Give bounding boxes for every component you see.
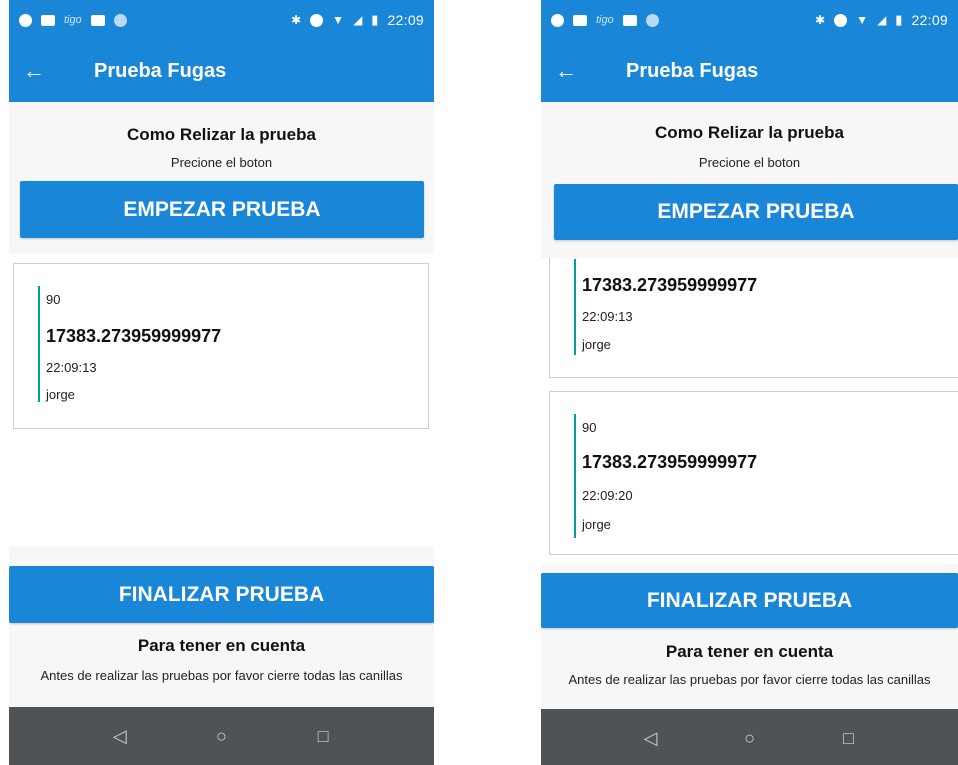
instructions-title: Como Relizar la prueba: [655, 123, 844, 142]
dot-icon: [113, 13, 127, 27]
result-user: jorge: [582, 337, 611, 352]
back-arrow-icon[interactable]: ←: [9, 40, 59, 102]
result-card: 17383.273959999977 22:09:13 jorge: [549, 258, 958, 378]
back-arrow-icon[interactable]: ←: [541, 40, 591, 102]
do-not-disturb-icon: [834, 13, 848, 27]
battery-icon: ▮: [895, 12, 903, 27]
status-bar: tigo ✱ ▼ ◢ ▮ 22:09: [541, 0, 958, 40]
system-nav-bar: ◁ ○ □: [541, 709, 958, 765]
image-icon: [90, 14, 105, 26]
system-nav-bar: ◁ ○ □: [9, 707, 434, 765]
bluetooth-icon: ✱: [815, 13, 826, 27]
dot-icon: [645, 13, 659, 27]
app-title: Prueba Fugas: [626, 59, 759, 82]
spotify-icon: [551, 13, 564, 27]
card-accent-bar: [38, 286, 40, 402]
bluetooth-icon: ✱: [291, 13, 302, 27]
finish-test-button[interactable]: FINALIZAR PRUEBA: [9, 566, 434, 623]
instructions-title: Como Relizar la prueba: [127, 125, 316, 144]
battery-icon: ▮: [371, 12, 379, 27]
phone-screen-right: tigo ✱ ▼ ◢ ▮ 22:09 ← Prueba Fugas Como R…: [541, 0, 958, 765]
result-value: 17383.273959999977: [582, 452, 758, 472]
wifi-icon: ▼: [332, 13, 345, 27]
result-value: 17383.273959999977: [582, 275, 758, 295]
result-card: 90 17383.273959999977 22:09:20 jorge: [549, 391, 958, 555]
result-user: jorge: [582, 517, 611, 532]
carrier-label: tigo: [596, 14, 614, 26]
result-time: 22:09:20: [582, 488, 633, 503]
carrier-label: tigo: [64, 14, 82, 26]
nav-recents-icon[interactable]: □: [308, 726, 338, 747]
instructions-subtitle: Precione el boton: [170, 155, 273, 170]
image-icon: [622, 14, 637, 26]
status-time: 22:09: [911, 12, 948, 28]
nav-back-icon[interactable]: ◁: [636, 728, 666, 749]
instructions-subtitle: Precione el boton: [698, 155, 801, 170]
signal-icon: ◢: [877, 13, 887, 27]
app-title: Prueba Fugas: [94, 59, 227, 82]
card-accent-bar: [574, 414, 576, 538]
nav-home-icon[interactable]: ○: [735, 728, 765, 749]
app-bar: ← Prueba Fugas: [541, 40, 958, 102]
video-icon: [573, 14, 587, 26]
result-number: 90: [582, 420, 597, 435]
signal-icon: ◢: [353, 13, 363, 27]
note-text: Antes de realizar las pruebas por favor …: [568, 672, 931, 687]
result-value: 17383.273959999977: [46, 326, 222, 346]
status-bar: tigo ✱ ▼ ◢ ▮ 22:09: [9, 0, 434, 40]
status-time: 22:09: [387, 12, 424, 28]
note-title: Para tener en cuenta: [665, 642, 834, 661]
finish-test-button[interactable]: FINALIZAR PRUEBA: [541, 573, 958, 628]
note-text: Antes de realizar las pruebas por favor …: [40, 668, 403, 683]
result-number: 90: [46, 292, 61, 307]
results-list[interactable]: 17383.273959999977 22:09:13 jorge 90 173…: [541, 258, 958, 564]
wifi-icon: ▼: [856, 13, 869, 27]
phone-screen-left: tigo ✱ ▼ ◢ ▮ 22:09 ← Prueba Fugas Como R…: [9, 0, 434, 765]
nav-home-icon[interactable]: ○: [206, 726, 236, 747]
result-time: 22:09:13: [582, 309, 633, 324]
result-user: jorge: [46, 387, 75, 402]
app-bar: ← Prueba Fugas: [9, 40, 434, 102]
do-not-disturb-icon: [310, 13, 324, 27]
video-icon: [41, 14, 55, 26]
nav-recents-icon[interactable]: □: [834, 728, 864, 749]
spotify-icon: [19, 13, 32, 27]
card-accent-bar: [574, 259, 576, 355]
start-test-button[interactable]: EMPEZAR PRUEBA: [554, 184, 958, 240]
nav-back-icon[interactable]: ◁: [105, 726, 135, 747]
result-card: 90 17383.273959999977 22:09:13 jorge: [13, 263, 429, 429]
note-title: Para tener en cuenta: [137, 636, 306, 655]
results-list[interactable]: 90 17383.273959999977 22:09:13 jorge: [9, 254, 434, 546]
result-time: 22:09:13: [46, 360, 97, 375]
start-test-button[interactable]: EMPEZAR PRUEBA: [20, 181, 424, 238]
